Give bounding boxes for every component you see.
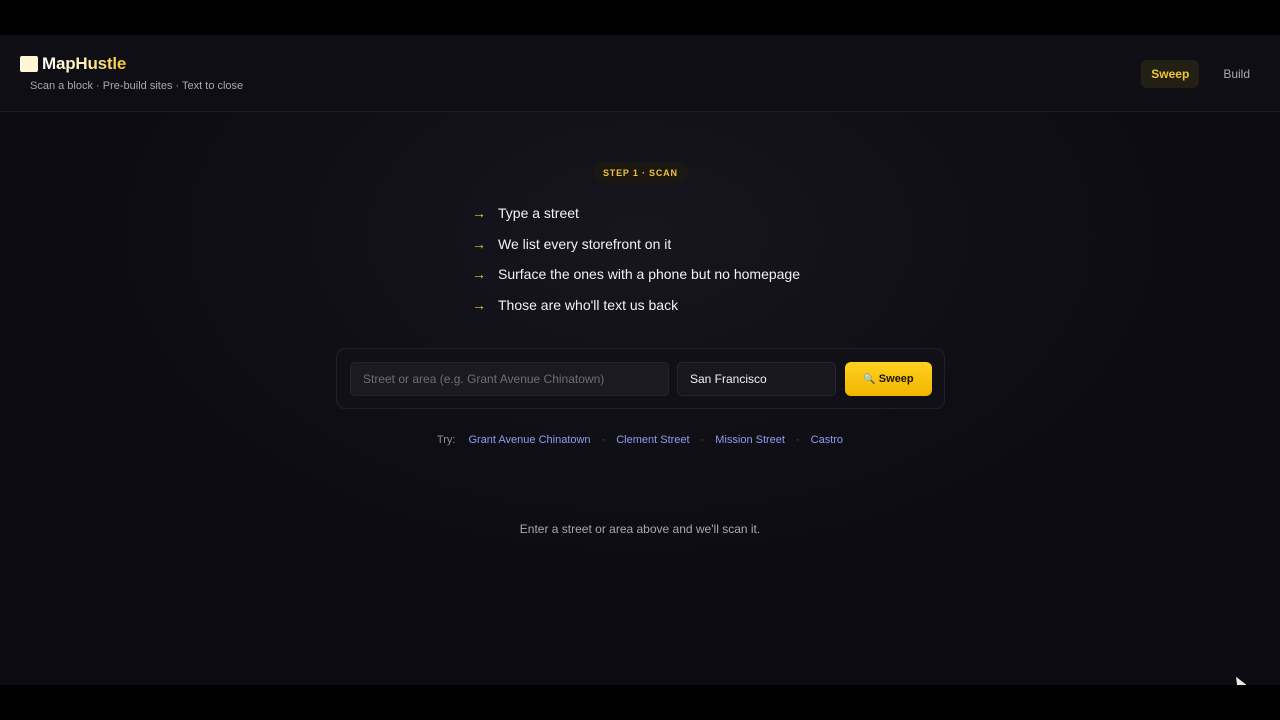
step-text: Those are who'll text us back (498, 296, 679, 313)
mouse-cursor-icon (1231, 674, 1247, 685)
app-window: MapHustle Scan a block · Pre-build sites… (0, 35, 1280, 685)
letterbox-bottom (0, 685, 1280, 720)
arrow-right-icon: → (472, 205, 486, 222)
list-item: → Those are who'll text us back (472, 290, 800, 321)
letterbox-top (0, 0, 1280, 35)
tagline: Scan a block · Pre-build sites · Text to… (30, 80, 244, 92)
top-nav: Sweep Build (1127, 60, 1260, 88)
nav-sweep[interactable]: Sweep (1141, 60, 1200, 88)
list-item: → Surface the ones with a phone but no h… (472, 259, 800, 290)
separator-dot: · (795, 434, 800, 446)
try-suggestions: Try: Grant Avenue Chinatown · Clement St… (0, 434, 1280, 446)
brand[interactable]: MapHustle (20, 54, 126, 74)
empty-state-message: Enter a street or area above and we'll s… (519, 522, 761, 536)
magnifier-icon: 🔍 (863, 373, 876, 385)
suggestion-link[interactable]: Clement Street (616, 434, 689, 446)
try-label: Try: (436, 434, 456, 446)
brand-name: MapHustle (42, 54, 127, 73)
suggestion-link[interactable]: Grant Avenue Chinatown (468, 434, 590, 446)
search-panel: 🔍 Sweep (336, 348, 945, 409)
separator-dot: · (700, 434, 705, 446)
suggestion-link[interactable]: Castro (811, 434, 843, 446)
steps-list: → Type a street → We list every storefro… (472, 198, 800, 320)
step-text: Surface the ones with a phone but no hom… (498, 266, 800, 283)
arrow-right-icon: → (472, 296, 486, 313)
list-item: → We list every storefront on it (472, 229, 800, 260)
separator-dot: · (601, 434, 606, 446)
step-badge: STEP 1 · SCAN (593, 162, 688, 183)
arrow-right-icon: → (472, 235, 486, 252)
suggestion-link[interactable]: Mission Street (715, 434, 785, 446)
app-header: MapHustle Scan a block · Pre-build sites… (0, 35, 1280, 112)
nav-build[interactable]: Build (1213, 60, 1260, 88)
street-input[interactable] (350, 362, 669, 396)
list-item: → Type a street (472, 198, 800, 229)
step-text: We list every storefront on it (498, 235, 672, 252)
arrow-right-icon: → (472, 266, 486, 283)
step-text: Type a street (498, 205, 579, 222)
sweep-button[interactable]: 🔍 Sweep (845, 362, 932, 396)
sweep-button-label: Sweep (878, 373, 914, 385)
map-logo-icon (20, 56, 38, 72)
city-input[interactable] (677, 362, 836, 396)
